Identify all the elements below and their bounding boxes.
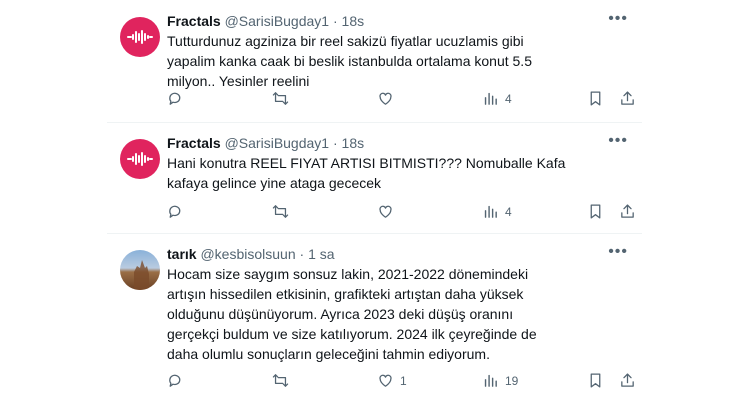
share-icon: [621, 91, 634, 105]
timestamp[interactable]: 1 sa: [308, 246, 334, 262]
like-button[interactable]: [377, 90, 400, 107]
author-handle[interactable]: @SarisiBugday1: [225, 13, 330, 29]
tweet-text: Tutturdunuz agziniza bir reel sakizü fiy…: [167, 33, 532, 89]
views-button[interactable]: 4: [482, 203, 512, 220]
author-handle[interactable]: @kesbisolsuun: [200, 246, 295, 262]
like-icon: [379, 374, 392, 387]
tweet-actions: 4: [167, 203, 642, 223]
avatar[interactable]: [120, 250, 160, 290]
views-button[interactable]: 4: [482, 90, 512, 107]
soundwave-icon: [127, 152, 153, 166]
views-icon: [484, 92, 497, 105]
timestamp[interactable]: 18s: [342, 13, 365, 29]
reply-icon: [169, 374, 181, 387]
tweet[interactable]: Fractals @SarisiBugday1 · 18s ••• Hani k…: [107, 122, 642, 233]
bookmark-icon: [590, 373, 601, 388]
reply-button[interactable]: [167, 90, 190, 107]
share-button[interactable]: [619, 372, 636, 389]
views-count: 4: [505, 91, 512, 106]
avatar[interactable]: [120, 17, 160, 57]
views-icon: [484, 205, 497, 218]
more-icon[interactable]: •••: [608, 244, 628, 260]
share-button[interactable]: [619, 203, 636, 220]
like-count: 1: [400, 373, 407, 388]
author-name[interactable]: Fractals: [167, 135, 221, 151]
retweet-button[interactable]: [272, 90, 295, 107]
tweet-text: Hocam size saygım sonsuz lakin, 2021-202…: [167, 266, 537, 362]
separator-dot: ·: [299, 246, 305, 262]
more-icon[interactable]: •••: [608, 11, 628, 27]
reply-icon: [169, 205, 181, 218]
tweet-actions: 1 19: [167, 372, 642, 392]
more-icon[interactable]: •••: [608, 133, 628, 149]
like-button[interactable]: [377, 203, 400, 220]
profile-photo-icon: [134, 260, 149, 290]
like-button[interactable]: 1: [377, 372, 407, 389]
bookmark-button[interactable]: [587, 203, 604, 220]
views-count: 4: [505, 204, 512, 219]
bookmark-icon: [590, 91, 601, 106]
retweet-icon: [272, 374, 289, 387]
author-name[interactable]: tarık: [167, 246, 197, 262]
separator-dot: ·: [332, 13, 338, 29]
retweet-button[interactable]: [272, 203, 295, 220]
retweet-icon: [272, 205, 289, 218]
views-count: 19: [505, 373, 519, 388]
retweet-button[interactable]: [272, 372, 295, 389]
timeline: Fractals @SarisiBugday1 · 18s ••• Tuttur…: [0, 0, 730, 420]
tweet-text: Hani konutra REEL FIYAT ARTISI BITMISTI?…: [167, 155, 566, 191]
tweet-actions: 4: [167, 90, 642, 110]
reply-button[interactable]: [167, 372, 190, 389]
bookmark-button[interactable]: [587, 90, 604, 107]
tweet-header: Fractals @SarisiBugday1 · 18s: [167, 12, 364, 30]
bookmark-button[interactable]: [587, 372, 604, 389]
tweet-header: tarık @kesbisolsuun · 1 sa: [167, 245, 335, 263]
separator-dot: ·: [332, 135, 338, 151]
reply-button[interactable]: [167, 203, 190, 220]
reply-icon: [169, 92, 181, 105]
timestamp[interactable]: 18s: [342, 135, 365, 151]
tweet-header: Fractals @SarisiBugday1 · 18s: [167, 134, 364, 152]
tweet[interactable]: tarık @kesbisolsuun · 1 sa ••• Hocam siz…: [107, 233, 642, 420]
soundwave-icon: [127, 30, 153, 44]
like-icon: [379, 92, 392, 105]
like-icon: [379, 205, 392, 218]
author-handle[interactable]: @SarisiBugday1: [225, 135, 330, 151]
views-button[interactable]: 19: [482, 372, 518, 389]
share-icon: [621, 204, 634, 218]
avatar[interactable]: [120, 139, 160, 179]
bookmark-icon: [590, 204, 601, 219]
tweet[interactable]: Fractals @SarisiBugday1 · 18s ••• Tuttur…: [107, 0, 642, 122]
author-name[interactable]: Fractals: [167, 13, 221, 29]
share-button[interactable]: [619, 90, 636, 107]
share-icon: [621, 373, 634, 387]
retweet-icon: [272, 92, 289, 105]
views-icon: [484, 374, 497, 387]
